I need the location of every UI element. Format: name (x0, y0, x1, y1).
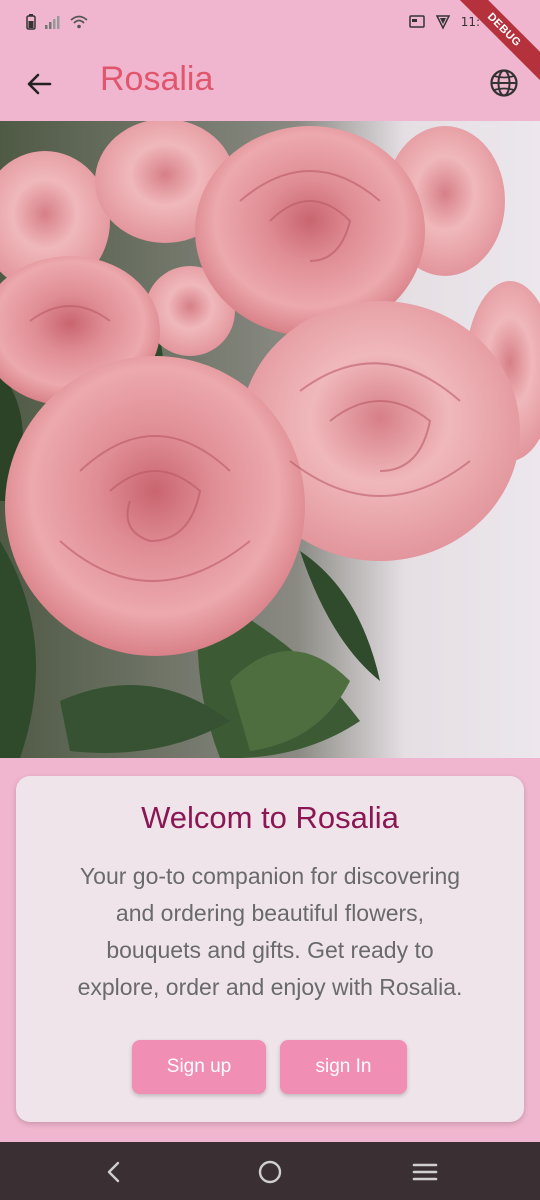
sign-up-button[interactable]: Sign up (132, 1040, 266, 1094)
description-line: and ordering beautiful flowers, (115, 900, 425, 926)
app-bar: Rosalia (0, 50, 540, 120)
signal-icon (45, 16, 60, 29)
wifi-icon (70, 15, 88, 29)
welcome-description: Your go-to companion for discovering and… (42, 858, 498, 1006)
nav-back-icon (107, 1161, 120, 1183)
description-line: bouquets and gifts. Get ready to (106, 937, 434, 963)
cast-icon (408, 15, 425, 28)
globe-icon (490, 69, 518, 97)
vpn-shield-icon (435, 15, 450, 30)
nav-home-icon (258, 1160, 282, 1184)
status-right-icons: 11: (408, 14, 480, 30)
description-line: explore, order and enjoy with Rosalia. (77, 974, 463, 1000)
back-arrow-icon (27, 73, 52, 95)
nav-back-button[interactable] (98, 1156, 130, 1188)
system-nav-bar (0, 1142, 540, 1200)
battery-icon (26, 14, 36, 30)
nav-home-button[interactable] (254, 1156, 286, 1188)
description-line: Your go-to companion for discovering (79, 863, 461, 889)
language-button[interactable] (486, 65, 522, 101)
welcome-title: Welcom to Rosalia (141, 800, 399, 835)
nav-menu-icon (412, 1163, 438, 1181)
back-button[interactable] (22, 67, 56, 101)
status-bar: 11: DEBUG (0, 0, 540, 87)
roses-illustration (0, 121, 540, 758)
hero-image (0, 121, 540, 758)
nav-menu-button[interactable] (409, 1156, 441, 1188)
sign-in-button[interactable]: sign In (280, 1040, 407, 1094)
app-title: Rosalia (100, 60, 214, 98)
welcome-card: Welcom to Rosalia Your go-to companion f… (16, 776, 524, 1122)
status-left-icons (26, 14, 88, 30)
